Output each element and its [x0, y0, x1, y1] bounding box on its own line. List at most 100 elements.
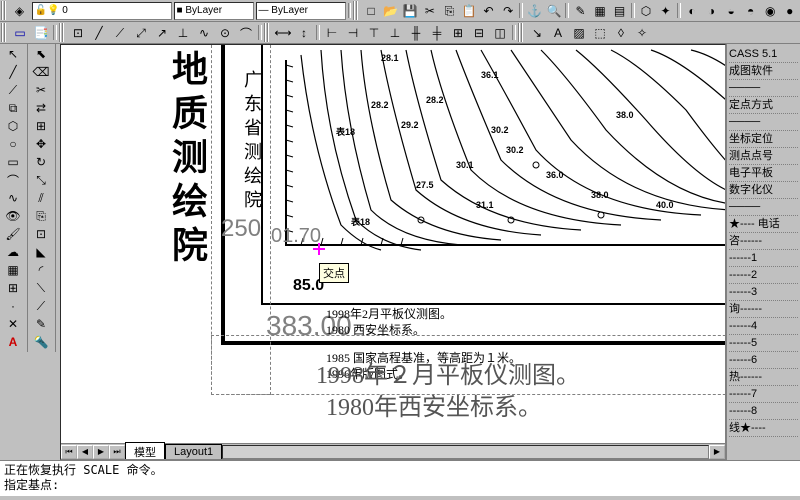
cloud-icon[interactable]: ☁	[1, 243, 25, 261]
tool-icon[interactable]: ◉	[761, 1, 780, 21]
circle-icon[interactable]: ○	[1, 135, 25, 153]
tool-icon[interactable]: ⟋	[29, 297, 53, 315]
dim-icon[interactable]: ╪	[427, 23, 447, 43]
command-line[interactable]: 正在恢复执行 SCALE 命令。 指定基点:	[0, 460, 800, 496]
scale-icon[interactable]: ⤡	[29, 171, 53, 189]
tool-icon[interactable]: ▤	[610, 1, 629, 21]
flip-icon[interactable]: ⇄	[29, 99, 53, 117]
mirror-icon[interactable]: ⧉	[1, 99, 25, 117]
paste-icon[interactable]: 📋	[460, 1, 479, 21]
color-dropdown[interactable]: ■ ByLayer	[174, 2, 254, 20]
drawing-canvas[interactable]: 地质测绘院 广东省测绘院	[60, 44, 726, 460]
panel-item[interactable]: 测点点号	[729, 148, 798, 165]
cut-icon[interactable]: ✂	[421, 1, 440, 21]
dim-icon[interactable]: ↕	[294, 23, 314, 43]
cross-icon[interactable]: ✕	[1, 315, 25, 333]
tool-icon[interactable]: ✧	[632, 23, 652, 43]
linetype-dropdown[interactable]: — ByLayer	[256, 2, 346, 20]
panel-item[interactable]: 定点方式	[729, 97, 798, 114]
scroll-right-icon[interactable]: ▶	[709, 445, 725, 459]
move-icon[interactable]: ✥	[29, 135, 53, 153]
toolbar-grip[interactable]	[59, 23, 65, 42]
tool-icon[interactable]: ●	[781, 1, 800, 21]
tab-layout1[interactable]: Layout1	[165, 444, 222, 459]
snap-icon[interactable]: ⌒	[236, 23, 256, 43]
layer-toggle-icon[interactable]: ◈	[10, 1, 30, 21]
text-icon[interactable]: A	[548, 23, 568, 43]
dim-icon[interactable]: ╫	[406, 23, 426, 43]
tool-icon[interactable]: ◊	[611, 23, 631, 43]
copy-icon[interactable]: ⎘	[29, 207, 53, 225]
tool-icon[interactable]: ▦	[591, 1, 610, 21]
pline-icon[interactable]: ⟋	[1, 81, 25, 99]
anchor-icon[interactable]: ⚓	[525, 1, 544, 21]
dim-icon[interactable]: ⊞	[448, 23, 468, 43]
toolbar-grip[interactable]	[264, 23, 270, 42]
undo-icon[interactable]: ↶	[479, 1, 498, 21]
arc-icon[interactable]: ⌒	[1, 171, 25, 189]
toolbar-grip[interactable]	[1, 1, 7, 20]
panel-item[interactable]: 电子平板	[729, 165, 798, 182]
tool-icon[interactable]: ⬡	[637, 1, 656, 21]
tool-icon[interactable]: ⟍	[29, 279, 53, 297]
dim-icon[interactable]: ⊥	[385, 23, 405, 43]
tool-icon[interactable]: ✎	[29, 315, 53, 333]
torch-icon[interactable]: 🔦	[29, 333, 53, 351]
spline-icon[interactable]: ∿	[1, 189, 25, 207]
new-icon[interactable]: □	[362, 1, 381, 21]
dim-icon[interactable]: ◫	[490, 23, 510, 43]
window-icon[interactable]: ▭	[10, 23, 30, 43]
chamfer-icon[interactable]: ◣	[29, 243, 53, 261]
dim-icon[interactable]: ⊢	[322, 23, 342, 43]
redo-icon[interactable]: ↷	[499, 1, 518, 21]
save-icon[interactable]: 💾	[401, 1, 420, 21]
tool-icon[interactable]: ◑	[702, 1, 721, 21]
tab-first-icon[interactable]: ⏮	[61, 445, 77, 459]
toolbar-grip[interactable]	[353, 1, 359, 20]
hatch-icon[interactable]: ▨	[569, 23, 589, 43]
text-icon[interactable]: A	[1, 333, 25, 351]
toolbar-grip[interactable]	[518, 23, 524, 42]
snap-icon[interactable]: ⊡	[68, 23, 88, 43]
layer-dropdown[interactable]: 🔓💡 0	[32, 2, 172, 20]
tool-icon[interactable]: ⊞	[1, 279, 25, 297]
polygon-icon[interactable]: ⬡	[1, 117, 25, 135]
dim-icon[interactable]: ⊟	[469, 23, 489, 43]
rotate-icon[interactable]: ↻	[29, 153, 53, 171]
dim-icon[interactable]: ⟷	[273, 23, 293, 43]
panel-item[interactable]: 数字化仪	[729, 182, 798, 199]
snap-icon[interactable]: ⟋	[110, 23, 130, 43]
paint-icon[interactable]: 🖌	[1, 225, 25, 243]
layer-icon[interactable]: 📑	[31, 23, 51, 43]
zoom-icon[interactable]: 🔍	[545, 1, 564, 21]
tool-icon[interactable]: ◓	[741, 1, 760, 21]
snap-icon[interactable]: ↗	[152, 23, 172, 43]
tab-last-icon[interactable]: ⏭	[109, 445, 125, 459]
toolbar-grip[interactable]	[1, 23, 7, 42]
line-icon[interactable]: ╱	[1, 63, 25, 81]
dim-icon[interactable]: ⊣	[343, 23, 363, 43]
point-icon[interactable]: ·	[1, 297, 25, 315]
tab-model[interactable]: 模型	[125, 442, 165, 460]
snap-icon[interactable]: ⊙	[215, 23, 235, 43]
fillet-icon[interactable]: ◜	[29, 261, 53, 279]
tool-icon[interactable]: ◐	[683, 1, 702, 21]
select-icon[interactable]: ↖	[1, 45, 25, 63]
tool-icon[interactable]: ◒	[722, 1, 741, 21]
leader-icon[interactable]: ↘	[527, 23, 547, 43]
erase-icon[interactable]: ⌫	[29, 63, 53, 81]
tool-icon[interactable]: ⬚	[590, 23, 610, 43]
rect-icon[interactable]: ▭	[1, 153, 25, 171]
dim-icon[interactable]: ⊤	[364, 23, 384, 43]
panel-item[interactable]: 坐标定位	[729, 131, 798, 148]
tab-next-icon[interactable]: ▶	[93, 445, 109, 459]
array-icon[interactable]: ⊡	[29, 225, 53, 243]
snap-icon[interactable]: ⊥	[173, 23, 193, 43]
hatch-icon[interactable]: ▦	[1, 261, 25, 279]
eye-icon[interactable]: 👁	[1, 207, 25, 225]
tool-icon[interactable]: ✎	[571, 1, 590, 21]
grid-icon[interactable]: ⊞	[29, 117, 53, 135]
tool-icon[interactable]: ✦	[656, 1, 675, 21]
trim-icon[interactable]: ✂	[29, 81, 53, 99]
open-icon[interactable]: 📂	[381, 1, 400, 21]
